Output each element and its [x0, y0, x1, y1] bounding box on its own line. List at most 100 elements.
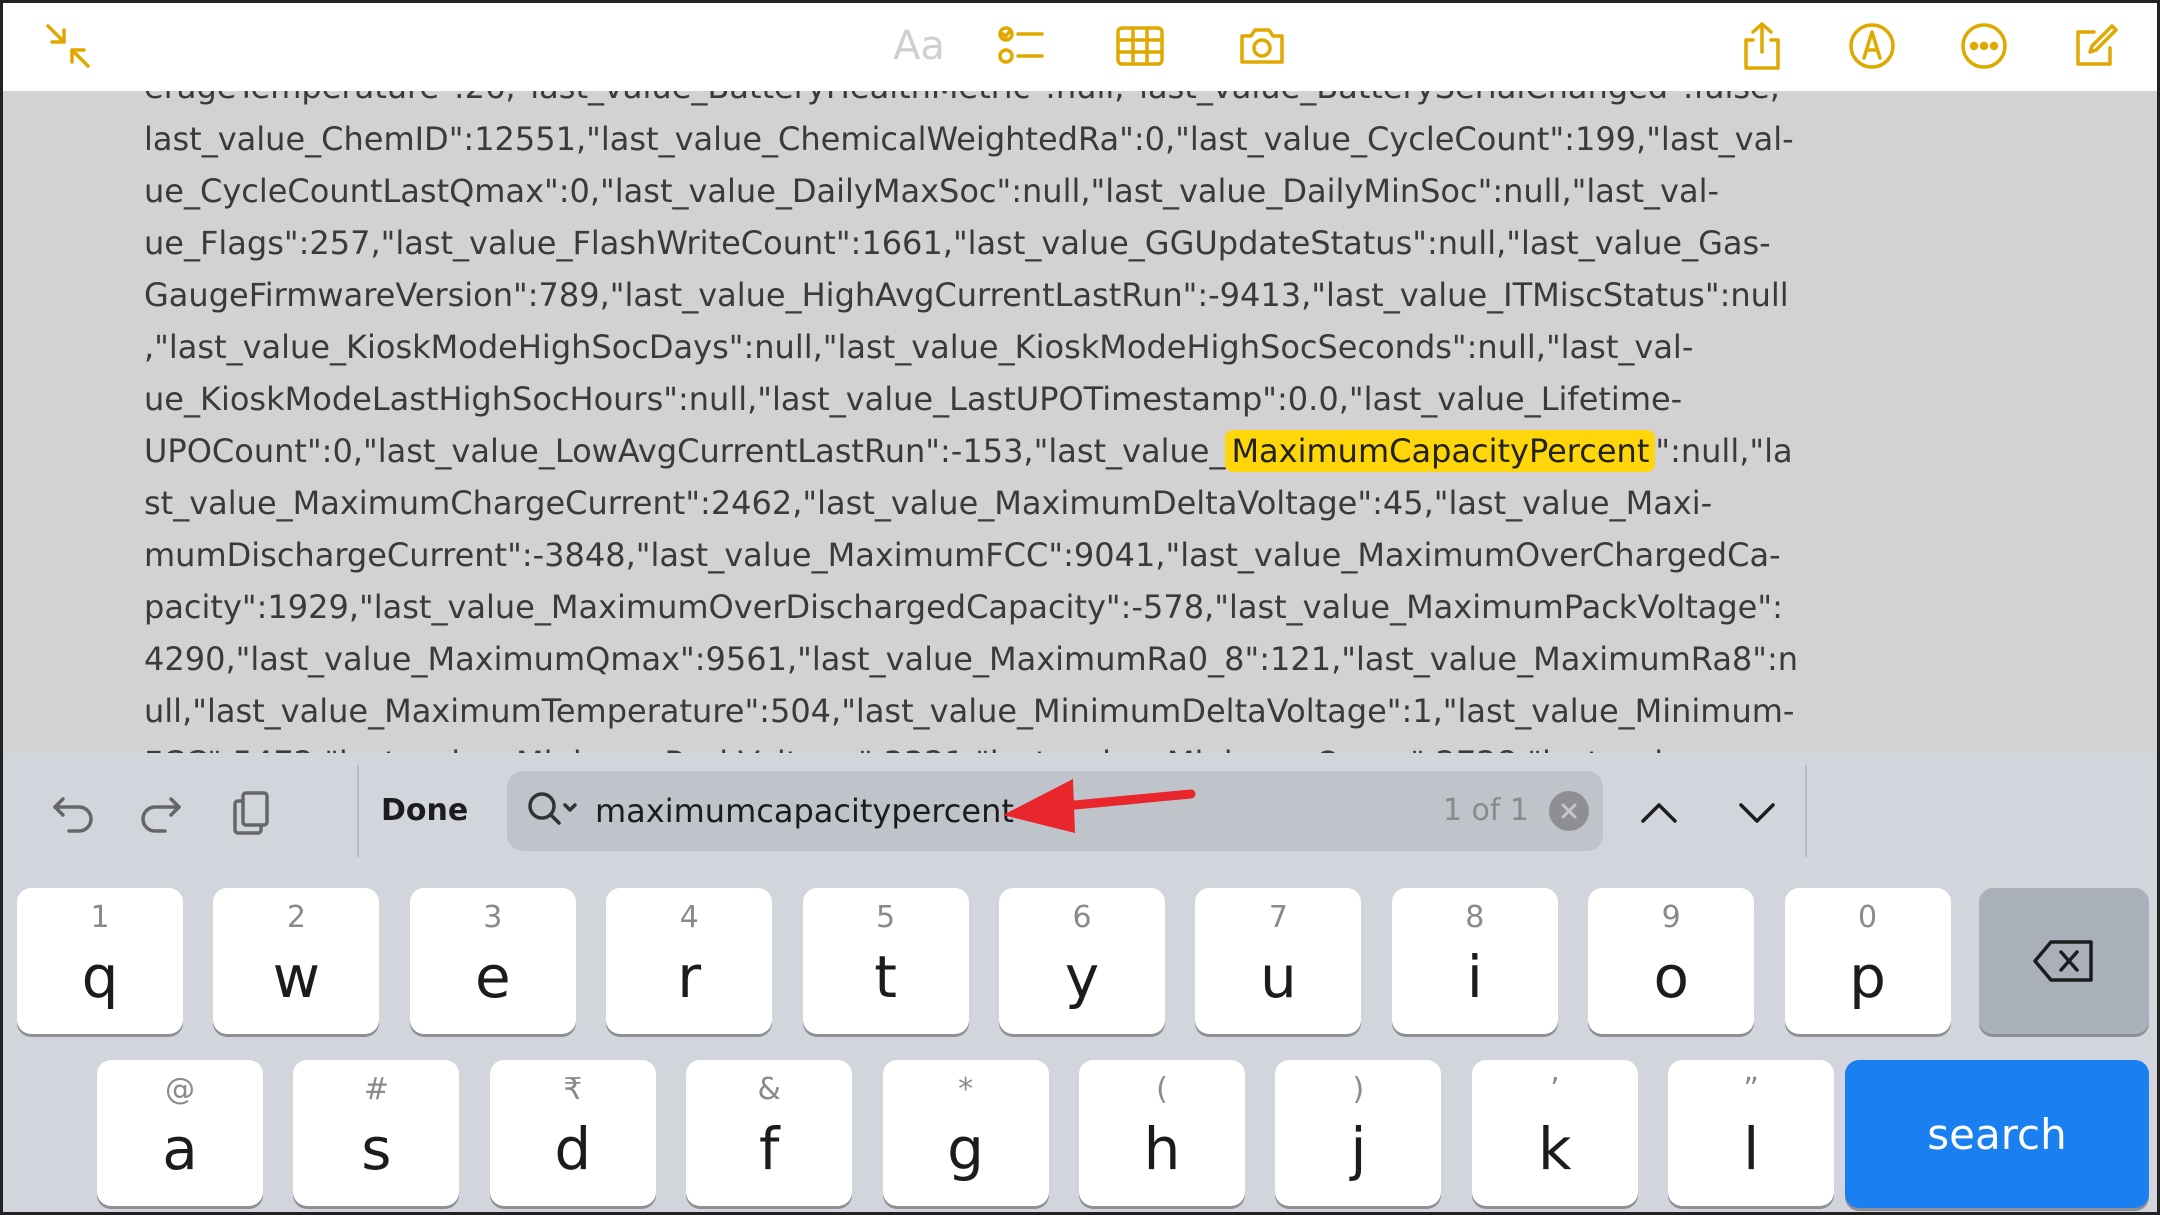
key-letter: g — [947, 1115, 984, 1183]
key-letter: y — [1064, 943, 1100, 1011]
key-secondary-label: ’ — [1550, 1072, 1560, 1107]
key-letter: a — [162, 1115, 198, 1183]
note-line: UPOCount":0,"last_value_LowAvgCurrentLas… — [144, 425, 1793, 477]
backspace-icon — [2033, 940, 2093, 982]
compose-icon[interactable] — [2063, 13, 2129, 79]
key-secondary-label: 8 — [1465, 900, 1485, 935]
note-line: ue_KioskModeLastHighSocHours":null,"last… — [144, 380, 1683, 418]
note-line-text: UPOCount":0,"last_value_LowAvgCurrentLas… — [144, 432, 1226, 470]
key-j[interactable]: ) j — [1275, 1060, 1442, 1206]
table-icon[interactable] — [1107, 13, 1173, 79]
key-secondary-label: 5 — [876, 900, 896, 935]
key-g[interactable]: * g — [882, 1060, 1049, 1206]
note-line: pacity":1929,"last_value_MaximumOverDisc… — [144, 588, 1783, 626]
key-secondary-label: ) — [1352, 1072, 1365, 1107]
key-secondary-label: 3 — [483, 900, 503, 935]
key-s[interactable]: # s — [293, 1060, 460, 1206]
top-toolbar: Aa — [3, 3, 2157, 91]
key-secondary-label: # — [363, 1072, 389, 1107]
key-l[interactable]: ” l — [1668, 1060, 1835, 1206]
note-line: 4290,"last_value_MaximumQmax":9561,"last… — [144, 640, 1799, 678]
search-key[interactable]: search — [1845, 1060, 2149, 1208]
note-line: ue_CycleCountLastQmax":0,"last_value_Dai… — [144, 172, 1720, 210]
key-e[interactable]: 3e — [409, 888, 576, 1034]
chevron-up-icon — [1641, 803, 1677, 823]
find-search-input[interactable] — [595, 781, 1355, 841]
note-line: GaugeFirmwareVersion":789,"last_value_Hi… — [144, 276, 1789, 314]
key-secondary-label: 2 — [286, 900, 306, 935]
redo-icon[interactable] — [131, 783, 191, 843]
key-letter: e — [474, 943, 511, 1011]
key-secondary-label: 6 — [1072, 900, 1092, 935]
key-secondary-label: ₹ — [563, 1072, 583, 1107]
key-r[interactable]: 4r — [606, 888, 773, 1034]
key-secondary-label: @ — [165, 1072, 195, 1107]
note-body[interactable]: {"Count":1278,"last_value_AlgoChemID":nu… — [3, 3, 2157, 753]
key-secondary-label: 1 — [90, 900, 110, 935]
key-a[interactable]: @ a — [97, 1060, 263, 1206]
note-line: ue_Flags":257,"last_value_FlashWriteCoun… — [144, 224, 1771, 262]
key-letter: s — [361, 1115, 392, 1183]
note-line: FCC":5472,"last_value_MinimumPackVoltage… — [144, 737, 1764, 753]
key-secondary-label: ” — [1743, 1072, 1759, 1107]
key-k[interactable]: ’ k — [1471, 1060, 1638, 1206]
note-line: mumDischargeCurrent":-3848,"last_value_M… — [144, 536, 1781, 574]
key-letter: p — [1849, 943, 1886, 1011]
previous-match-button[interactable] — [1629, 783, 1689, 843]
key-letter: o — [1653, 943, 1689, 1011]
key-letter: q — [81, 943, 119, 1011]
key-letter: i — [1466, 943, 1483, 1011]
note-line-text: ":null,"la — [1655, 432, 1793, 470]
key-letter: u — [1260, 943, 1297, 1011]
done-button[interactable]: Done — [381, 783, 468, 839]
key-p[interactable]: 0p — [1784, 888, 1951, 1034]
key-letter: d — [554, 1115, 592, 1183]
key-letter: j — [1350, 1115, 1367, 1183]
find-search-field[interactable]: 1 of 1 — [507, 771, 1603, 851]
backspace-key[interactable] — [1979, 888, 2149, 1034]
key-secondary-label: 7 — [1268, 900, 1288, 935]
format-text-icon[interactable]: Aa — [869, 13, 969, 79]
checklist-icon[interactable] — [989, 13, 1055, 79]
note-line: ,"last_value_KioskModeHighSocDays":null,… — [144, 328, 1694, 366]
key-secondary-label: * — [958, 1072, 974, 1107]
format-label: Aa — [893, 23, 945, 69]
key-f[interactable]: & f — [686, 1060, 853, 1206]
key-secondary-label: 0 — [1858, 900, 1878, 935]
app-frame: {"Count":1278,"last_value_AlgoChemID":nu… — [0, 0, 2160, 1215]
undo-icon[interactable] — [43, 783, 103, 843]
on-screen-keyboard: search 1 q 2 w 3 e 4 r 5 t 6 y 7 u 8 i 9 o 0 p @ a # s ₹ d & f * g(h)… — [3, 868, 2157, 1212]
collapse-icon[interactable] — [35, 13, 101, 79]
key-i[interactable]: 8i — [1391, 888, 1558, 1034]
paste-icon[interactable] — [221, 783, 281, 843]
more-icon[interactable] — [1951, 13, 2017, 79]
key-letter: h — [1143, 1115, 1181, 1183]
key-letter: k — [1538, 1115, 1572, 1183]
search-match-highlight: MaximumCapacityPercent — [1225, 430, 1656, 472]
key-y[interactable]: 6y — [999, 888, 1165, 1034]
note-line: ull,"last_value_MaximumTemperature":504,… — [144, 692, 1795, 730]
key-q[interactable]: 1q — [17, 888, 183, 1034]
key-w[interactable]: 2w — [213, 888, 380, 1034]
key-t[interactable]: 5t — [802, 888, 969, 1034]
next-match-button[interactable] — [1727, 783, 1787, 843]
note-line: st_value_MaximumChargeCurrent":2462,"las… — [144, 484, 1713, 522]
find-bar: Done 1 of 1 — [3, 753, 2157, 868]
markup-icon[interactable] — [1839, 13, 1905, 79]
chevron-down-icon — [1739, 803, 1775, 823]
key-d[interactable]: ₹ d — [489, 1060, 656, 1206]
find-bar-divider — [1805, 765, 1807, 857]
key-secondary-label: ( — [1156, 1072, 1168, 1107]
key-secondary-label: 4 — [679, 900, 699, 935]
match-count: 1 of 1 — [1442, 793, 1529, 828]
key-secondary-label: & — [757, 1072, 781, 1107]
key-letter: r — [677, 943, 702, 1011]
key-u[interactable]: 7u — [1195, 888, 1362, 1034]
key-o[interactable]: 9o — [1588, 888, 1755, 1034]
key-letter: f — [758, 1115, 780, 1183]
key-h[interactable]: (h — [1079, 1060, 1245, 1206]
share-icon[interactable] — [1729, 13, 1795, 79]
camera-icon[interactable] — [1229, 13, 1295, 79]
clear-icon[interactable] — [1549, 791, 1589, 831]
search-options-icon[interactable] — [525, 787, 581, 835]
